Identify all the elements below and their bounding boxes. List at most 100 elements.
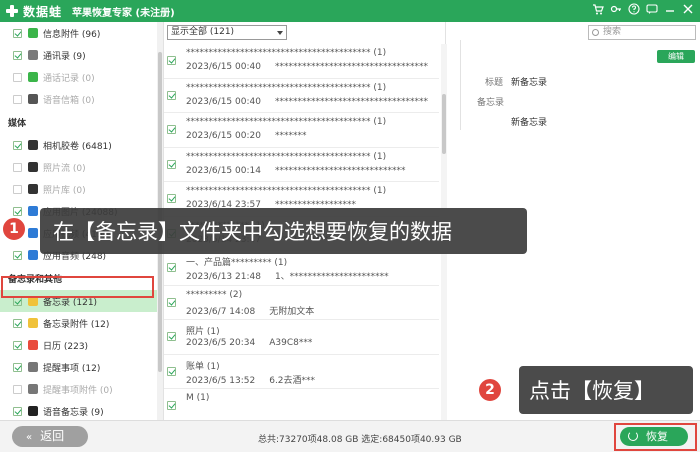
note-row[interactable]: ********* (2) 2023/6/7 14:08 无附加文本 bbox=[164, 286, 439, 320]
note-count: (1) bbox=[373, 186, 387, 196]
note-row[interactable]: 照片 (1) 2023/6/5 20:34 A39C8*** bbox=[164, 320, 439, 355]
checkbox[interactable] bbox=[167, 125, 176, 134]
note-meta-line: 2023/6/5 13:52 6.2去酒*** bbox=[186, 373, 315, 386]
checkbox[interactable] bbox=[13, 250, 22, 260]
checkbox[interactable] bbox=[167, 332, 176, 341]
step2-badge: 2 bbox=[477, 377, 503, 403]
note-meta-line: 2023/6/5 20:34 A39C8*** bbox=[186, 338, 312, 348]
note-preview: ******* bbox=[274, 131, 307, 141]
logo-plus-icon bbox=[5, 4, 19, 18]
category-icon bbox=[28, 362, 38, 372]
checkbox[interactable] bbox=[167, 297, 176, 307]
note-title-line: ****************************************… bbox=[186, 117, 386, 127]
note-count: (1) bbox=[196, 393, 210, 403]
question-icon[interactable] bbox=[628, 3, 640, 17]
sidebar-item[interactable]: 照片库 (0) bbox=[0, 178, 157, 200]
back-button[interactable]: « 返回 bbox=[12, 426, 88, 447]
checkbox[interactable] bbox=[167, 194, 176, 203]
category-icon bbox=[28, 162, 38, 172]
sidebar-item-label: 信息附件 (96) bbox=[43, 29, 101, 40]
note-date: 2023/6/15 00:40 bbox=[186, 62, 261, 72]
note-preview: 无附加文本 bbox=[269, 306, 315, 317]
checkbox[interactable] bbox=[167, 159, 176, 169]
checkbox[interactable] bbox=[13, 184, 22, 194]
note-title-line: ****************************************… bbox=[186, 83, 386, 93]
chat-icon[interactable] bbox=[646, 3, 658, 17]
note-row[interactable]: 账单 (1) 2023/6/5 13:52 6.2去酒*** bbox=[164, 355, 439, 389]
sidebar-item[interactable]: 提醒事项 (12) bbox=[0, 356, 157, 378]
checkbox[interactable] bbox=[13, 140, 22, 150]
edit-button[interactable]: 编辑 bbox=[657, 50, 695, 63]
double-chevron-left-icon: « bbox=[26, 432, 33, 443]
checkbox[interactable] bbox=[13, 362, 22, 372]
note-title: M bbox=[186, 393, 194, 403]
note-title-line: ****************************************… bbox=[186, 152, 386, 162]
sidebar-item[interactable]: 语音备忘录 (9) bbox=[0, 400, 157, 420]
checkbox[interactable] bbox=[13, 384, 22, 394]
step1-text: 在【备忘录】文件夹中勾选想要恢复的数据 bbox=[53, 220, 452, 244]
note-meta-line: 2023/6/15 00:14 *************************… bbox=[186, 166, 405, 176]
note-date: 2023/6/5 13:52 bbox=[186, 375, 256, 386]
filter-selected: 显示全部 (121) bbox=[171, 27, 235, 37]
checkbox[interactable] bbox=[13, 206, 22, 216]
category-icon bbox=[28, 72, 38, 82]
checkbox[interactable] bbox=[167, 263, 176, 272]
sidebar-item[interactable]: 日历 (223) bbox=[0, 334, 157, 356]
cart-icon[interactable] bbox=[592, 3, 604, 17]
checkbox[interactable] bbox=[167, 401, 176, 410]
sidebar-item[interactable]: 信息附件 (96) bbox=[0, 22, 157, 44]
memo-label: 备忘录 bbox=[477, 98, 505, 108]
checkbox[interactable] bbox=[13, 340, 22, 350]
sidebar-item-label: 语音备忘录 (9) bbox=[43, 407, 104, 418]
note-preview: 6.2去酒*** bbox=[269, 375, 316, 386]
checkbox[interactable] bbox=[167, 56, 176, 65]
category-icon bbox=[28, 206, 38, 216]
note-title-line: ********* (2) bbox=[186, 290, 242, 300]
checkbox[interactable] bbox=[13, 318, 22, 328]
note-row[interactable]: M (1) bbox=[164, 389, 439, 424]
sidebar-item[interactable]: 提醒事项附件 (0) bbox=[0, 378, 157, 400]
key-icon[interactable] bbox=[610, 3, 622, 17]
checkbox[interactable] bbox=[13, 94, 22, 104]
sidebar-item-label: 照片流 (0) bbox=[43, 163, 86, 174]
recover-highlight-box bbox=[614, 423, 697, 451]
sidebar-item[interactable]: 通讯录 (9) bbox=[0, 44, 157, 66]
note-date: 2023/6/15 00:14 bbox=[186, 165, 261, 176]
note-count: (1) bbox=[274, 258, 288, 268]
note-preview: ********************************** bbox=[274, 62, 428, 72]
note-row[interactable]: ****************************************… bbox=[164, 113, 439, 148]
sidebar-item-label: 备忘录附件 (12) bbox=[43, 319, 110, 330]
category-icon bbox=[28, 184, 38, 194]
search-input[interactable]: 搜索 bbox=[588, 25, 696, 40]
sidebar-item[interactable]: 相机胶卷 (6481) bbox=[0, 134, 157, 156]
checkbox[interactable] bbox=[13, 50, 22, 60]
note-row[interactable]: 一、产品篇********* (1) 2023/6/13 21:48 1、*****… bbox=[164, 251, 439, 286]
checkbox[interactable] bbox=[167, 90, 176, 100]
checkbox[interactable] bbox=[167, 366, 176, 376]
checkbox[interactable] bbox=[13, 28, 22, 38]
note-title: ****************************************… bbox=[186, 186, 371, 196]
note-title: ****************************************… bbox=[186, 117, 371, 127]
note-title-line: ****************************************… bbox=[186, 186, 386, 196]
filter-dropdown[interactable]: 显示全部 (121) bbox=[167, 25, 287, 40]
checkbox[interactable] bbox=[13, 162, 22, 172]
note-preview: ********************************** bbox=[274, 96, 428, 107]
minimize-icon[interactable] bbox=[664, 3, 676, 17]
step1-callout: 在【备忘录】文件夹中勾选想要恢复的数据 bbox=[40, 208, 527, 254]
category-icon bbox=[28, 318, 38, 328]
note-date: 2023/6/7 14:08 bbox=[186, 306, 256, 317]
media-section-header: 媒体 bbox=[8, 118, 27, 129]
sidebar-item[interactable]: 备忘录附件 (12) bbox=[0, 312, 157, 334]
sidebar-item[interactable]: 语音信箱 (0) bbox=[0, 88, 157, 110]
note-meta-line: 2023/6/15 00:40 *************************… bbox=[186, 97, 428, 107]
checkbox[interactable] bbox=[13, 406, 22, 416]
note-row[interactable]: ****************************************… bbox=[164, 148, 439, 182]
checkbox[interactable] bbox=[13, 72, 22, 82]
note-title-line: 账单 (1) bbox=[186, 359, 220, 372]
note-preview: 1、********************** bbox=[274, 272, 389, 282]
sidebar-item[interactable]: 通话记录 (0) bbox=[0, 66, 157, 88]
sidebar-item[interactable]: 照片流 (0) bbox=[0, 156, 157, 178]
note-row[interactable]: ****************************************… bbox=[164, 44, 439, 79]
close-icon[interactable] bbox=[682, 3, 694, 17]
note-row[interactable]: ****************************************… bbox=[164, 79, 439, 113]
